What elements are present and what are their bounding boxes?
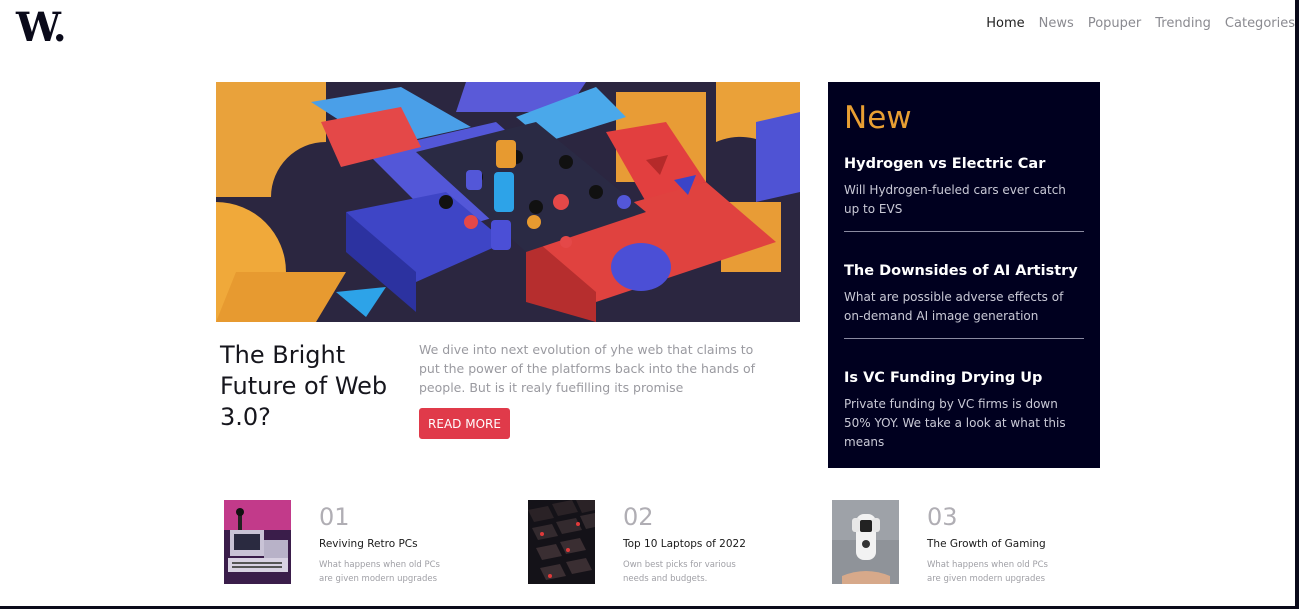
new-heading: New bbox=[844, 100, 912, 136]
window-frame-right bbox=[1295, 0, 1299, 609]
article-card-3: 03 The Growth of Gaming What happens whe… bbox=[832, 500, 1112, 590]
news-item-desc: Will Hydrogen-fueled cars ever catch up … bbox=[844, 183, 1066, 216]
read-more-button[interactable]: READ MORE bbox=[419, 408, 510, 439]
retro-pc-thumbnail[interactable] bbox=[224, 500, 291, 584]
hero-description: We dive into next evolution of yhe web t… bbox=[419, 342, 755, 395]
news-item: The Downsides of AI Artistry What are po… bbox=[844, 263, 1084, 339]
card-number: 01 bbox=[319, 503, 350, 531]
article-card-1: 01 Reviving Retro PCs What happens when … bbox=[224, 500, 504, 590]
laptop-keyboard-thumbnail[interactable] bbox=[528, 500, 595, 584]
nav-news[interactable]: News bbox=[1039, 16, 1074, 31]
card-title[interactable]: The Growth of Gaming bbox=[927, 538, 1046, 550]
news-item-title[interactable]: Hydrogen vs Electric Car bbox=[844, 156, 1084, 172]
nav-popuper[interactable]: Popuper bbox=[1088, 16, 1141, 31]
article-card-2: 02 Top 10 Laptops of 2022 Own best picks… bbox=[528, 500, 808, 590]
news-item-title[interactable]: The Downsides of AI Artistry bbox=[844, 263, 1084, 279]
news-item: Hydrogen vs Electric Car Will Hydrogen-f… bbox=[844, 156, 1084, 232]
main-nav: Home News Popuper Trending Categories bbox=[986, 16, 1295, 31]
new-articles-panel: New Hydrogen vs Electric Car Will Hydrog… bbox=[828, 82, 1100, 468]
nav-trending[interactable]: Trending bbox=[1155, 16, 1211, 31]
card-title[interactable]: Reviving Retro PCs bbox=[319, 538, 418, 550]
card-number: 03 bbox=[927, 503, 958, 531]
card-desc: What happens when old PCs are given mode… bbox=[927, 560, 1048, 584]
hero-title[interactable]: The Bright Future of Web 3.0? bbox=[220, 340, 400, 433]
nav-categories[interactable]: Categories bbox=[1225, 16, 1295, 31]
news-item-title[interactable]: Is VC Funding Drying Up bbox=[844, 370, 1084, 386]
card-title[interactable]: Top 10 Laptops of 2022 bbox=[623, 538, 746, 550]
nav-home[interactable]: Home bbox=[986, 16, 1024, 31]
hero-image[interactable] bbox=[216, 82, 800, 322]
news-item-desc: Private funding by VC firms is down 50% … bbox=[844, 397, 1066, 449]
game-controller-thumbnail[interactable] bbox=[832, 500, 899, 584]
card-desc: What happens when old PCs are given mode… bbox=[319, 560, 440, 584]
site-logo[interactable]: W. bbox=[16, 4, 67, 51]
card-number: 02 bbox=[623, 503, 654, 531]
card-desc: Own best picks for various needs and bud… bbox=[623, 560, 736, 584]
news-item-desc: What are possible adverse effects of on-… bbox=[844, 290, 1064, 323]
news-item: Is VC Funding Drying Up Private funding … bbox=[844, 370, 1084, 464]
